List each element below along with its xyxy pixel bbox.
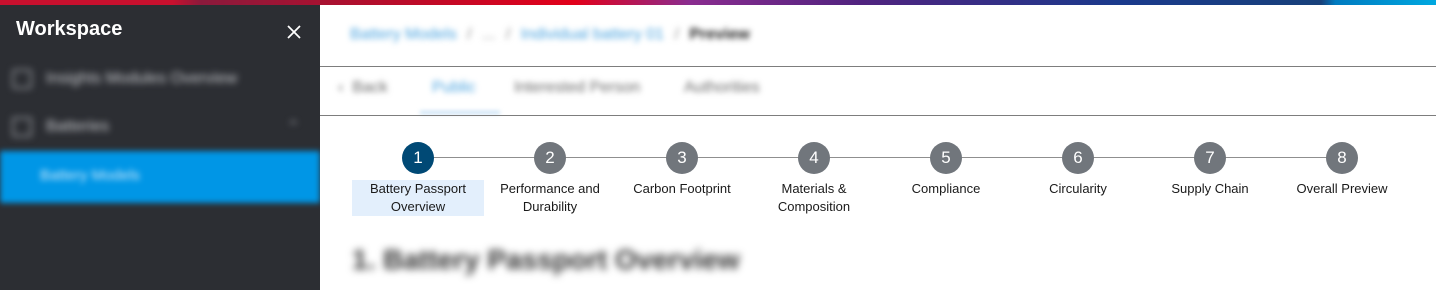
step-label[interactable]: Battery Passport Overview <box>352 180 484 216</box>
step-performance-and-durability[interactable]: 2 Performance and Durability <box>484 142 616 216</box>
breadcrumb-separator: / <box>467 26 472 43</box>
sidebar-item-insights-overview[interactable]: Insights Modules Overview <box>0 57 320 101</box>
tab-public[interactable]: Public <box>432 79 476 97</box>
tab-label: Public <box>432 79 476 96</box>
step-number[interactable]: 3 <box>666 142 698 174</box>
step-battery-passport-overview[interactable]: 1 Battery Passport Overview <box>352 142 484 216</box>
step-label[interactable]: Supply Chain <box>1144 180 1276 198</box>
step-carbon-footprint[interactable]: 3 Carbon Footprint <box>616 142 748 198</box>
breadcrumb-separator: / <box>505 26 511 43</box>
tab-active-indicator <box>420 111 500 114</box>
chevron-up-icon[interactable]: ⌃ <box>287 117 300 137</box>
step-overall-preview[interactable]: 8 Overall Preview <box>1276 142 1408 198</box>
step-supply-chain[interactable]: 7 Supply Chain <box>1144 142 1276 198</box>
breadcrumb-separator: / <box>674 26 679 43</box>
tab-label: Back <box>352 79 388 96</box>
tab-label: Authorities <box>684 79 760 96</box>
step-compliance[interactable]: 5 Compliance <box>880 142 1012 198</box>
breadcrumb-link-individual-battery[interactable]: Individual battery 01 <box>521 26 664 43</box>
breadcrumb-current: Preview <box>689 26 750 43</box>
step-number[interactable]: 8 <box>1326 142 1358 174</box>
step-number[interactable]: 4 <box>798 142 830 174</box>
breadcrumb: Battery Models / ... / Individual batter… <box>350 26 750 44</box>
tab-label: Interested Person <box>514 79 641 96</box>
breadcrumb-ellipsis[interactable]: ... <box>482 26 495 43</box>
tab-back[interactable]: ‹ Back <box>338 79 388 97</box>
step-number[interactable]: 5 <box>930 142 962 174</box>
step-label[interactable]: Compliance <box>880 180 1012 198</box>
step-circularity[interactable]: 6 Circularity <box>1012 142 1144 198</box>
arrow-left-icon: ‹ <box>338 79 344 96</box>
breadcrumb-link-battery-models[interactable]: Battery Models <box>350 26 457 43</box>
battery-icon <box>12 117 32 137</box>
tab-interested-person[interactable]: Interested Person <box>514 79 640 97</box>
step-number[interactable]: 6 <box>1062 142 1094 174</box>
sidebar: Workspace Insights Modules Overview Batt… <box>0 5 320 290</box>
step-label[interactable]: Materials & Composition <box>748 180 880 216</box>
tab-authorities[interactable]: Authorities <box>684 79 760 97</box>
sidebar-item-battery-models[interactable]: Battery Models <box>0 151 320 203</box>
step-number[interactable]: 7 <box>1194 142 1226 174</box>
sidebar-item-label: Batteries <box>46 118 110 135</box>
stepper: 1 Battery Passport Overview 2 Performanc… <box>320 116 1436 226</box>
step-label[interactable]: Carbon Footprint <box>616 180 748 198</box>
section-title: 1. Battery Passport Overview <box>352 244 740 275</box>
step-label[interactable]: Circularity <box>1012 180 1144 198</box>
sidebar-item-label: Battery Models <box>40 167 141 184</box>
step-materials-and-composition[interactable]: 4 Materials & Composition <box>748 142 880 216</box>
grid-icon <box>12 69 32 89</box>
sidebar-title: Workspace <box>16 18 123 40</box>
sidebar-item-label: Insights Modules Overview <box>46 70 238 87</box>
step-number[interactable]: 2 <box>534 142 566 174</box>
step-number[interactable]: 1 <box>402 142 434 174</box>
step-label[interactable]: Performance and Durability <box>484 180 616 216</box>
step-label[interactable]: Overall Preview <box>1276 180 1408 198</box>
sidebar-item-batteries[interactable]: Batteries ⌃ <box>0 105 320 149</box>
tab-bar: ‹ Back Public Interested Person Authorit… <box>320 67 1436 115</box>
close-icon[interactable] <box>284 22 304 42</box>
